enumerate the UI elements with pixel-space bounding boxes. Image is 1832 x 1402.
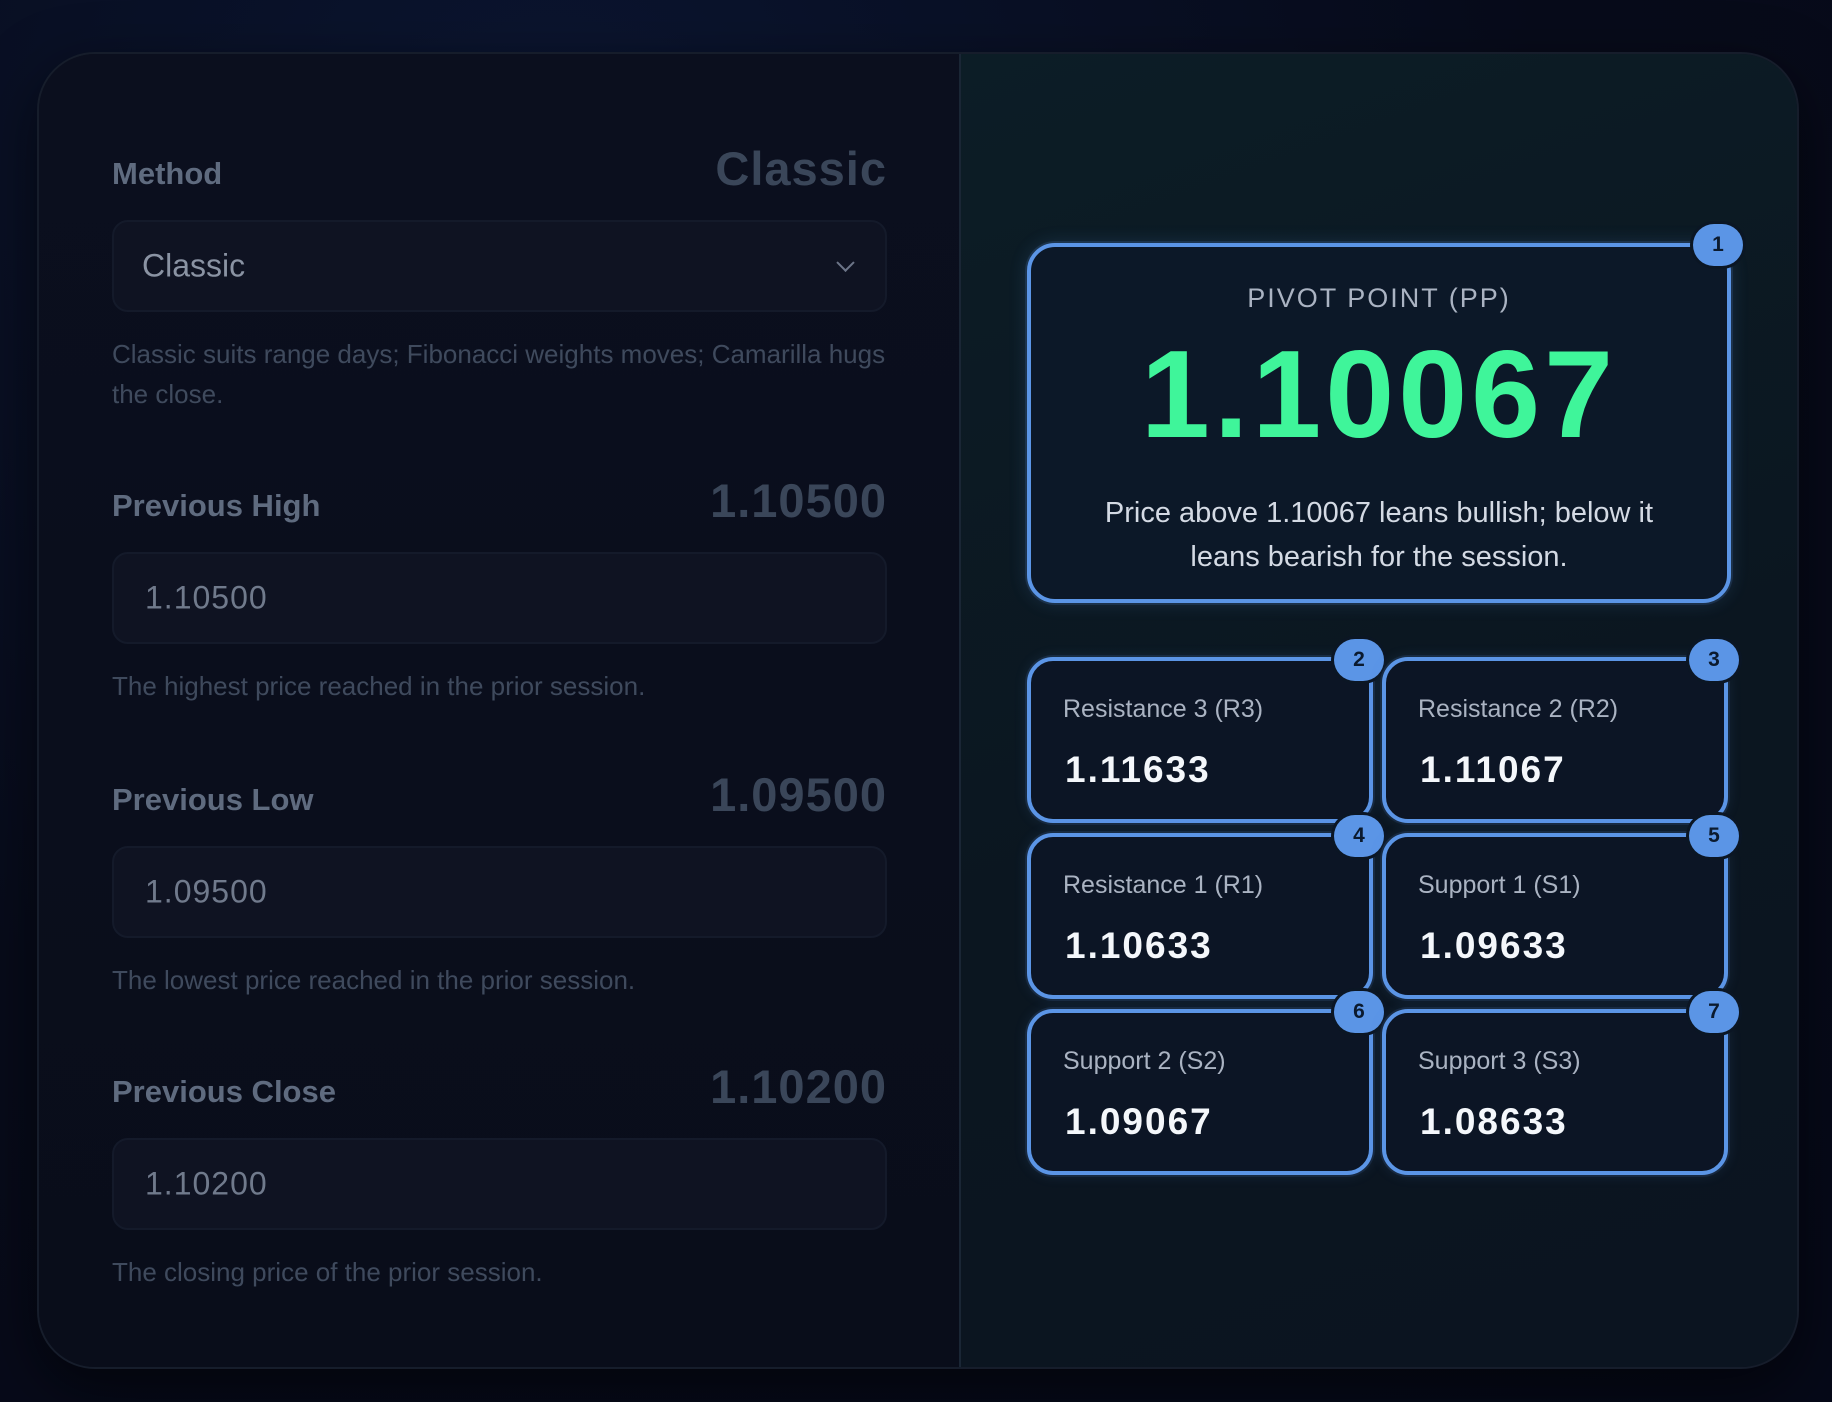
method-current-value: Classic — [715, 142, 887, 195]
level-card-r2: Resistance 2 (R2) 1.11067 — [1382, 657, 1728, 823]
calculator-card: Method Classic Classic Classic suits ran… — [37, 52, 1799, 1369]
level-value: 1.10633 — [1065, 925, 1213, 966]
level-card-s3: Support 3 (S3) 1.08633 — [1382, 1009, 1728, 1175]
level-badge: 3 — [1689, 639, 1739, 681]
previous-low-field: Previous Low 1.09500 1.09500 The lowest … — [112, 762, 887, 1000]
method-select[interactable]: Classic — [112, 220, 887, 312]
previous-close-value: 1.10200 — [710, 1060, 887, 1113]
level-badge: 2 — [1334, 639, 1384, 681]
level-label: Support 2 (S2) — [1063, 1047, 1226, 1075]
previous-high-header: Previous High 1.10500 — [112, 468, 887, 528]
level-label: Resistance 3 (R3) — [1063, 695, 1264, 723]
previous-low-help-text: The lowest price reached in the prior se… — [112, 965, 636, 995]
previous-low-input[interactable]: 1.09500 — [112, 846, 887, 938]
level-card-s1: Support 1 (S1) 1.09633 — [1382, 833, 1728, 999]
pivot-point-badge: 1 — [1693, 224, 1743, 266]
pivot-point-title: PIVOT POINT (PP) — [1247, 283, 1511, 313]
level-badge: 4 — [1334, 815, 1384, 857]
level-label: Support 3 (S3) — [1418, 1047, 1581, 1075]
previous-low-input-value: 1.09500 — [145, 873, 268, 910]
level-badge: 7 — [1689, 991, 1739, 1033]
previous-high-field: Previous High 1.10500 1.10500 The highes… — [112, 468, 887, 706]
level-card-r1: Resistance 1 (R1) 1.10633 — [1027, 833, 1373, 999]
previous-close-input[interactable]: 1.10200 — [112, 1138, 887, 1230]
level-badge: 5 — [1689, 815, 1739, 857]
previous-high-input[interactable]: 1.10500 — [112, 552, 887, 644]
pivot-point-value: 1.10067 — [1140, 326, 1618, 464]
level-badge: 6 — [1334, 991, 1384, 1033]
previous-close-help-text: The closing price of the prior session. — [112, 1257, 543, 1287]
pivot-point-description: Price above 1.10067 leans bullish; below… — [1104, 497, 1654, 573]
previous-high-label: Previous High — [112, 488, 321, 523]
level-card-s2: Support 2 (S2) 1.09067 — [1027, 1009, 1373, 1175]
pivot-point-card: PIVOT POINT (PP) 1.10067 Price above 1.1… — [1027, 243, 1731, 603]
previous-high-input-value: 1.10500 — [145, 579, 268, 616]
previous-close-header: Previous Close 1.10200 — [112, 1054, 887, 1114]
input-panel: Method Classic Classic Classic suits ran… — [39, 54, 959, 1367]
previous-low-label: Previous Low — [112, 782, 314, 817]
method-help-text: Classic suits range days; Fibonacci weig… — [112, 339, 886, 409]
chevron-down-icon — [836, 253, 855, 272]
previous-low-value: 1.09500 — [710, 768, 887, 821]
level-value: 1.08633 — [1420, 1101, 1568, 1142]
level-card-r3: Resistance 3 (R3) 1.11633 — [1027, 657, 1373, 823]
level-value: 1.09067 — [1065, 1101, 1213, 1142]
previous-close-field: Previous Close 1.10200 1.10200 The closi… — [112, 1054, 887, 1292]
previous-high-help-text: The highest price reached in the prior s… — [112, 671, 646, 701]
previous-high-value: 1.10500 — [710, 474, 887, 527]
method-select-value: Classic — [142, 247, 246, 284]
level-value: 1.09633 — [1420, 925, 1568, 966]
level-label: Resistance 1 (R1) — [1063, 871, 1264, 899]
level-label: Resistance 2 (R2) — [1418, 695, 1619, 723]
previous-close-label: Previous Close — [112, 1074, 336, 1109]
method-header: Method Classic — [112, 136, 887, 196]
method-label: Method — [112, 156, 223, 191]
previous-low-header: Previous Low 1.09500 — [112, 762, 887, 822]
previous-close-input-value: 1.10200 — [145, 1165, 268, 1202]
results-panel: PIVOT POINT (PP) 1.10067 Price above 1.1… — [959, 54, 1797, 1367]
method-field: Method Classic Classic Classic suits ran… — [112, 136, 887, 414]
level-value: 1.11067 — [1420, 749, 1566, 790]
level-label: Support 1 (S1) — [1418, 871, 1581, 899]
level-value: 1.11633 — [1065, 749, 1211, 790]
